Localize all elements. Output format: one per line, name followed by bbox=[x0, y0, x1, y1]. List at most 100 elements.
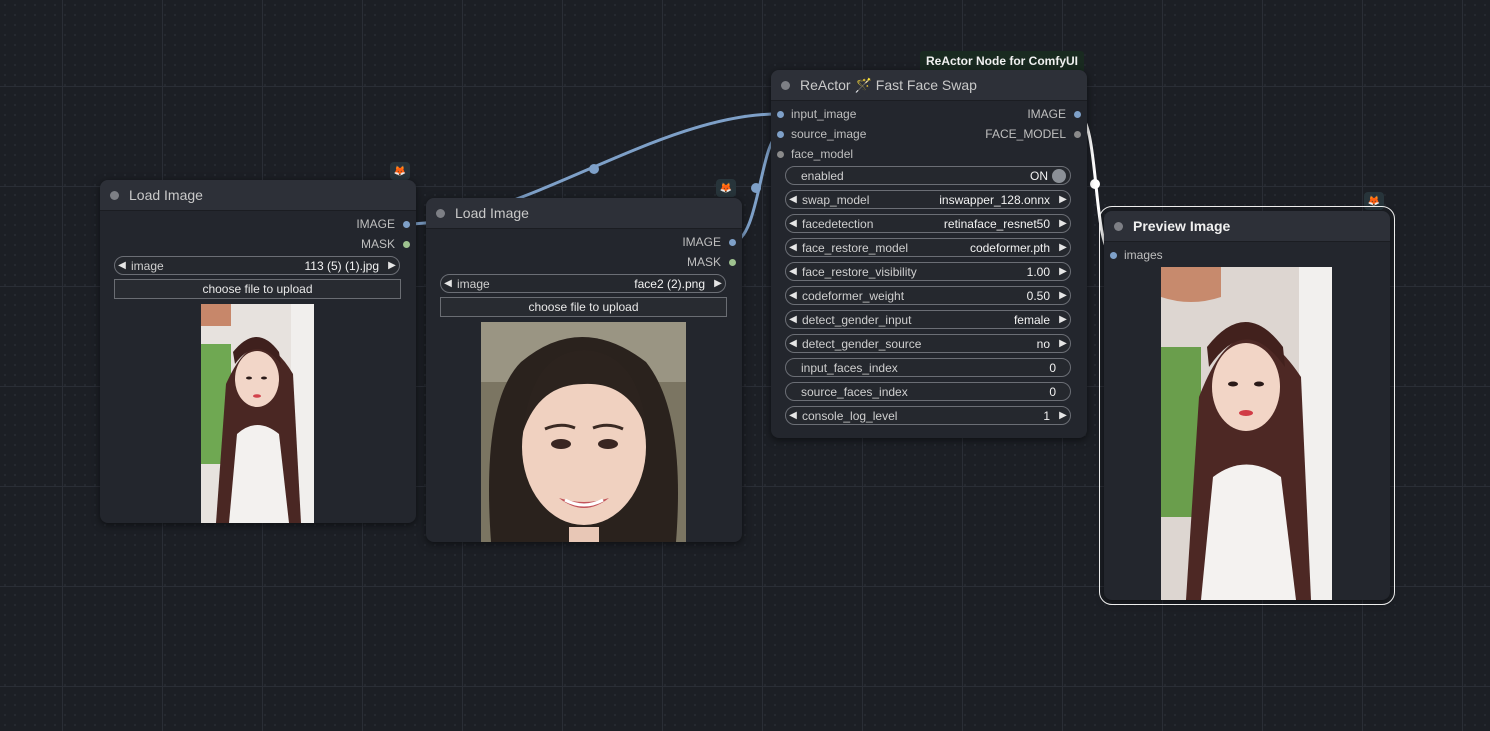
triangle-right-icon[interactable]: ▶ bbox=[1056, 290, 1070, 301]
triangle-right-icon[interactable]: ▶ bbox=[1056, 218, 1070, 229]
enabled-toggle[interactable]: enabled ON bbox=[785, 166, 1071, 185]
collapse-dot-icon[interactable] bbox=[110, 190, 119, 200]
widget-value: inswapper_128.onnx bbox=[939, 192, 1050, 207]
triangle-right-icon[interactable]: ▶ bbox=[1056, 242, 1070, 253]
group-title[interactable]: ReActor Node for ComfyUI bbox=[920, 51, 1085, 71]
detect-gender-source-combo[interactable]: ◀ detect_gender_source no ▶ bbox=[785, 334, 1071, 353]
triangle-right-icon[interactable]: ▶ bbox=[1056, 410, 1070, 421]
slot-dot-icon[interactable] bbox=[1074, 110, 1081, 118]
console-log-level-number[interactable]: ◀ console_log_level 1 ▶ bbox=[785, 406, 1071, 425]
widget-value: 1.00 bbox=[1026, 264, 1050, 279]
input-slot-input-image[interactable]: input_image bbox=[777, 104, 927, 124]
widget-label: image bbox=[131, 258, 164, 273]
preview-output-image bbox=[1161, 267, 1332, 600]
output-slot-image[interactable]: IMAGE bbox=[626, 232, 736, 252]
slot-label: MASK bbox=[686, 255, 721, 269]
collapse-dot-icon[interactable] bbox=[436, 208, 445, 218]
node-header[interactable]: Load Image bbox=[100, 180, 416, 211]
detect-gender-input-combo[interactable]: ◀ detect_gender_input female ▶ bbox=[785, 310, 1071, 329]
input-faces-index-field[interactable]: input_faces_index 0 bbox=[785, 358, 1071, 377]
swap-model-combo[interactable]: ◀ swap_model inswapper_128.onnx ▶ bbox=[785, 190, 1071, 209]
codeformer-weight-number[interactable]: ◀ codeformer_weight 0.50 ▶ bbox=[785, 286, 1071, 305]
slot-dot-icon[interactable] bbox=[777, 150, 784, 158]
thumbnail-image bbox=[481, 322, 686, 542]
widget-label: face_restore_visibility bbox=[802, 264, 917, 279]
triangle-left-icon[interactable]: ◀ bbox=[786, 266, 800, 277]
upload-button[interactable]: choose file to upload bbox=[440, 297, 727, 317]
link-midpoint-2[interactable] bbox=[751, 183, 761, 193]
node-title: ReActor 🪄 Fast Face Swap bbox=[800, 76, 977, 93]
collapse-dot-icon[interactable] bbox=[781, 80, 790, 90]
slot-label: IMAGE bbox=[356, 217, 395, 231]
node-header[interactable]: ReActor 🪄 Fast Face Swap bbox=[771, 70, 1087, 101]
slot-dot-icon[interactable] bbox=[777, 130, 784, 138]
face-restore-visibility-number[interactable]: ◀ face_restore_visibility 1.00 ▶ bbox=[785, 262, 1071, 281]
node-header[interactable]: Preview Image bbox=[1104, 211, 1390, 242]
triangle-left-icon[interactable]: ◀ bbox=[786, 242, 800, 253]
triangle-right-icon[interactable]: ▶ bbox=[1056, 194, 1070, 205]
output-slot-image[interactable]: IMAGE bbox=[931, 104, 1081, 124]
preview-image-node[interactable]: Preview Image images bbox=[1099, 206, 1395, 605]
triangle-right-icon[interactable]: ▶ bbox=[1056, 314, 1070, 325]
fox-icon: 🦊 bbox=[390, 162, 410, 180]
slot-dot-icon[interactable] bbox=[403, 220, 410, 228]
triangle-left-icon[interactable]: ◀ bbox=[786, 218, 800, 229]
slot-dot-icon[interactable] bbox=[403, 240, 410, 248]
slot-dot-icon[interactable] bbox=[777, 110, 784, 118]
triangle-left-icon[interactable]: ◀ bbox=[786, 314, 800, 325]
slot-dot-icon[interactable] bbox=[1110, 251, 1117, 259]
triangle-right-icon[interactable]: ▶ bbox=[1056, 338, 1070, 349]
widget-value: 0.50 bbox=[1026, 288, 1050, 303]
triangle-left-icon[interactable]: ◀ bbox=[786, 410, 800, 421]
node-header[interactable]: Load Image bbox=[426, 198, 742, 229]
widget-value: codeformer.pth bbox=[969, 240, 1050, 255]
output-slot-mask[interactable]: MASK bbox=[300, 234, 410, 254]
link-midpoint-3[interactable] bbox=[1090, 179, 1100, 189]
widget-label: detect_gender_source bbox=[802, 336, 922, 351]
slot-dot-icon[interactable] bbox=[729, 258, 736, 266]
widget-label: input_faces_index bbox=[801, 360, 898, 375]
slot-label: MASK bbox=[360, 237, 395, 251]
triangle-left-icon[interactable]: ◀ bbox=[441, 278, 455, 289]
triangle-left-icon[interactable]: ◀ bbox=[786, 194, 800, 205]
load-image-node-1[interactable]: Load Image IMAGE MASK ◀ image 113 (5) (1… bbox=[100, 180, 416, 523]
reactor-node[interactable]: ReActor 🪄 Fast Face Swap input_image sou… bbox=[771, 70, 1087, 438]
widget-value: face2 (2).png bbox=[634, 276, 705, 291]
output-slot-face-model[interactable]: FACE_MODEL bbox=[931, 124, 1081, 144]
thumbnail-image bbox=[201, 304, 314, 523]
widget-value: no bbox=[1036, 336, 1050, 351]
fox-icon: 🦊 bbox=[716, 179, 736, 197]
node-title: Preview Image bbox=[1133, 218, 1231, 234]
load-image-node-2[interactable]: Load Image IMAGE MASK ◀ image face2 (2).… bbox=[426, 198, 742, 542]
toggle-knob-icon[interactable] bbox=[1052, 168, 1066, 183]
triangle-left-icon[interactable]: ◀ bbox=[786, 338, 800, 349]
triangle-right-icon[interactable]: ▶ bbox=[1056, 266, 1070, 277]
output-slot-image[interactable]: IMAGE bbox=[300, 214, 410, 234]
facedetection-combo[interactable]: ◀ facedetection retinaface_resnet50 ▶ bbox=[785, 214, 1071, 233]
upload-button[interactable]: choose file to upload bbox=[114, 279, 401, 299]
slot-label: IMAGE bbox=[1027, 107, 1066, 121]
source-faces-index-field[interactable]: source_faces_index 0 bbox=[785, 382, 1071, 401]
widget-value: ON bbox=[1030, 168, 1048, 183]
triangle-right-icon[interactable]: ▶ bbox=[385, 260, 399, 271]
link-midpoint-1[interactable] bbox=[589, 164, 599, 174]
triangle-left-icon[interactable]: ◀ bbox=[786, 290, 800, 301]
slot-dot-icon[interactable] bbox=[729, 238, 736, 246]
image-combo-widget[interactable]: ◀ image 113 (5) (1).jpg ▶ bbox=[114, 256, 400, 275]
triangle-left-icon[interactable]: ◀ bbox=[115, 260, 129, 271]
input-slot-source-image[interactable]: source_image bbox=[777, 124, 927, 144]
collapse-dot-icon[interactable] bbox=[1114, 221, 1123, 231]
input-slot-images[interactable]: images bbox=[1110, 245, 1260, 265]
output-slot-mask[interactable]: MASK bbox=[626, 252, 736, 272]
face-restore-model-combo[interactable]: ◀ face_restore_model codeformer.pth ▶ bbox=[785, 238, 1071, 257]
slot-label: input_image bbox=[791, 107, 857, 121]
node-title: Load Image bbox=[129, 187, 203, 203]
input-slot-face-model[interactable]: face_model bbox=[777, 144, 927, 164]
slot-label: FACE_MODEL bbox=[985, 127, 1066, 141]
slot-dot-icon[interactable] bbox=[1074, 130, 1081, 138]
image-combo-widget[interactable]: ◀ image face2 (2).png ▶ bbox=[440, 274, 726, 293]
triangle-right-icon[interactable]: ▶ bbox=[711, 278, 725, 289]
slot-label: source_image bbox=[791, 127, 867, 141]
slot-label: images bbox=[1124, 248, 1163, 262]
widget-label: enabled bbox=[801, 168, 844, 183]
